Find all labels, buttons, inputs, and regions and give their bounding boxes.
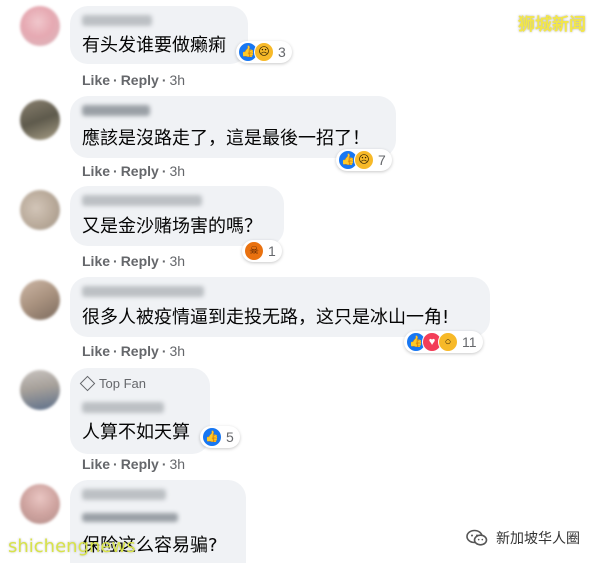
author-name[interactable] xyxy=(82,105,150,116)
wow-reaction-icon: ○ xyxy=(438,332,458,352)
reply-link[interactable]: Reply xyxy=(121,343,159,359)
sad-reaction-icon: ☹ xyxy=(254,42,274,62)
comment-bubble: Top Fan 人算不如天算 xyxy=(70,368,210,454)
reaction-count: 1 xyxy=(268,243,276,259)
reply-link[interactable]: Reply xyxy=(121,72,159,88)
reaction-summary[interactable]: ☠ 1 xyxy=(242,240,282,262)
timestamp[interactable]: 3h xyxy=(169,72,185,88)
reaction-summary[interactable]: 👍 ☹ 3 xyxy=(236,41,292,63)
separator-dot: · xyxy=(113,253,118,269)
like-link[interactable]: Like xyxy=(82,72,110,88)
separator-dot: · xyxy=(113,72,118,88)
timestamp[interactable]: 3h xyxy=(169,163,185,179)
reaction-summary[interactable]: 👍 ♥ ○ 11 xyxy=(404,331,483,353)
comment-actions: Like · Reply · 3h xyxy=(82,72,185,88)
like-reaction-icon: 👍 xyxy=(202,427,222,447)
comment-bubble: 很多人被疫情逼到走投无路，这只是冰山一角! xyxy=(70,277,490,337)
wechat-watermark: 新加坡华人圈 xyxy=(466,528,580,548)
author-name-secondary xyxy=(82,513,178,522)
reaction-count: 5 xyxy=(226,429,234,445)
comment-text: 有头发谁要做癞痢 xyxy=(82,35,226,56)
reply-link[interactable]: Reply xyxy=(121,456,159,472)
reply-link[interactable]: Reply xyxy=(121,253,159,269)
timestamp[interactable]: 3h xyxy=(169,253,185,269)
top-fan-diamond-icon xyxy=(79,375,96,392)
wechat-icon xyxy=(466,529,488,546)
separator-dot: · xyxy=(161,163,167,179)
wechat-account-name: 新加坡华人圈 xyxy=(496,531,580,547)
watermark-site: shichengnews xyxy=(8,536,136,557)
comment-text: 應該是沒路走了，這是最後一招了！ xyxy=(82,128,370,149)
avatar[interactable] xyxy=(20,280,60,320)
separator-dot: · xyxy=(113,163,118,179)
comment-actions: Like · Reply · 3h xyxy=(82,163,185,179)
comment-actions: Like · Reply · 3h xyxy=(82,253,185,269)
top-fan-label: Top Fan xyxy=(99,376,146,391)
like-link[interactable]: Like xyxy=(82,163,110,179)
reaction-summary[interactable]: 👍 ☹ 7 xyxy=(336,149,392,171)
separator-dot: · xyxy=(161,456,167,472)
angry-reaction-icon: ☠ xyxy=(244,241,264,261)
avatar[interactable] xyxy=(20,100,60,140)
avatar[interactable] xyxy=(20,6,60,46)
author-name[interactable] xyxy=(82,195,202,206)
sad-reaction-icon: ☹ xyxy=(354,150,374,170)
separator-dot: · xyxy=(161,343,167,359)
reaction-count: 7 xyxy=(378,152,386,168)
top-fan-badge: Top Fan xyxy=(79,375,146,392)
comment-bubble: 有头发谁要做癞痢 xyxy=(70,6,248,64)
reaction-count: 11 xyxy=(462,334,477,350)
author-name[interactable] xyxy=(82,489,166,500)
author-name[interactable] xyxy=(82,402,164,413)
separator-dot: · xyxy=(161,253,167,269)
like-link[interactable]: Like xyxy=(82,253,110,269)
comment-actions: Like · Reply · 3h xyxy=(82,456,185,472)
avatar[interactable] xyxy=(20,190,60,230)
separator-dot: · xyxy=(161,72,167,88)
like-link[interactable]: Like xyxy=(82,343,110,359)
author-name[interactable] xyxy=(82,286,204,297)
avatar[interactable] xyxy=(20,370,60,410)
separator-dot: · xyxy=(113,343,118,359)
timestamp[interactable]: 3h xyxy=(169,343,185,359)
comment-text: 又是金沙赌场害的嗎？ xyxy=(82,216,262,237)
watermark-shicheng-news: 狮城新闻 xyxy=(518,15,586,35)
comment-actions: Like · Reply · 3h xyxy=(82,343,185,359)
comment-bubble: 又是金沙赌场害的嗎？ xyxy=(70,186,284,246)
comment-text: 人算不如天算 xyxy=(82,422,190,443)
reply-link[interactable]: Reply xyxy=(121,163,159,179)
reaction-count: 3 xyxy=(278,44,286,60)
like-link[interactable]: Like xyxy=(82,456,110,472)
reaction-summary[interactable]: 👍 5 xyxy=(200,426,240,448)
separator-dot: · xyxy=(113,456,118,472)
timestamp[interactable]: 3h xyxy=(169,456,185,472)
comment-text: 很多人被疫情逼到走投无路，这只是冰山一角! xyxy=(82,307,450,328)
author-name[interactable] xyxy=(82,15,152,26)
avatar[interactable] xyxy=(20,484,60,524)
